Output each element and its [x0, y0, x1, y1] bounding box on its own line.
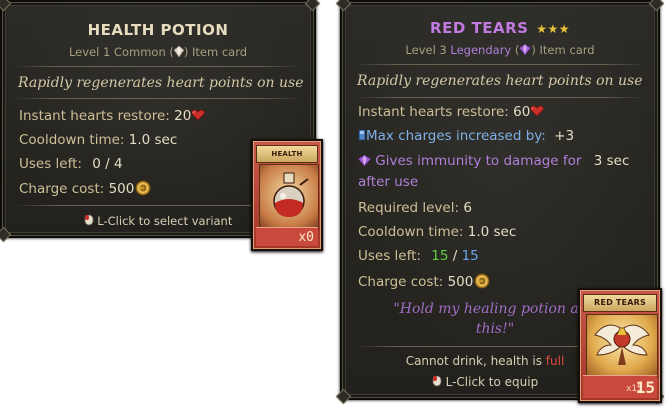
item-description: Rapidly regenerates heart points on use: [357, 73, 643, 89]
subtitle-type: ) Item card: [531, 43, 595, 57]
divider: [354, 64, 646, 65]
uses-sep: /: [448, 248, 462, 264]
item-title: HEALTH POTION: [87, 21, 229, 39]
red-tears-card[interactable]: RED TEARS x15 15: [578, 288, 662, 403]
gem-icon: [518, 43, 532, 58]
stat-label: after use: [358, 174, 419, 190]
stat-label: Charge cost:: [19, 181, 105, 197]
stat-charge-cost: Charge cost: 500: [358, 273, 491, 290]
stat-cooldown: Cooldown time: 1.0 sec: [358, 224, 516, 240]
uses-max: 15: [461, 248, 479, 264]
divider: [14, 98, 302, 99]
mouse-icon: [84, 214, 94, 228]
winged-relic-icon: [586, 314, 658, 378]
divider: [14, 66, 302, 67]
item-title: RED TEARS ★★★: [342, 19, 658, 37]
frame-corner: [335, 0, 352, 12]
stat-required-level: Required level: 6: [358, 200, 472, 216]
stat-label: Instant hearts restore:: [19, 108, 170, 124]
heart-icon: [191, 108, 206, 124]
card-banner: RED TEARS: [583, 294, 657, 312]
charge-icon: [358, 128, 366, 144]
stat-value: +3: [554, 128, 575, 144]
stat-label: Charge cost:: [358, 274, 444, 290]
stat-value: 1.0 sec: [467, 224, 517, 240]
subtitle-level: Level 3: [405, 43, 451, 57]
coin-icon: [134, 180, 152, 197]
hint-text: L-Click to equip: [445, 375, 539, 389]
stat-charge-cost: Charge cost: 500: [19, 180, 152, 197]
stat-label: Uses left:: [19, 156, 82, 172]
card-banner: HEALTH POTION: [256, 145, 318, 174]
stat-immunity-cont: after use: [358, 174, 418, 190]
gem-icon: [173, 45, 185, 60]
subtitle-type: ) Item card: [183, 45, 248, 59]
star-rating: ★★★: [536, 22, 570, 36]
stat-value: 20: [174, 108, 192, 124]
stat-label: Cooldown time:: [358, 224, 464, 240]
divider: [354, 97, 646, 98]
stat-restore: Instant hearts restore: 60: [358, 104, 545, 120]
subtitle-level: Level 1 Common (: [68, 45, 174, 59]
frame-corner: [0, 0, 12, 12]
hint-text: L-Click to select variant: [97, 214, 233, 228]
item-name: RED TEARS: [430, 19, 529, 37]
stat-label: Cooldown time:: [19, 132, 125, 148]
subtitle-sep: (: [511, 43, 520, 57]
stat-label: Required level:: [358, 200, 460, 216]
mouse-icon: [432, 375, 442, 389]
stat-label: Instant hearts restore:: [358, 104, 509, 120]
stat-max-charges: Max charges increased by: +3: [358, 128, 574, 144]
stat-label: Uses left:: [358, 248, 421, 264]
stat-uses: Uses left: 0 / 4: [19, 156, 123, 172]
stat-restore: Instant hearts restore: 20: [19, 108, 206, 124]
coin-icon: [473, 273, 491, 290]
potion-icon: [259, 164, 319, 230]
card-count: x0: [298, 230, 314, 245]
stat-immunity: Gives immunity to damage for 3 sec: [357, 153, 630, 169]
frame-corner: [0, 226, 12, 243]
stat-value: 500: [108, 181, 135, 197]
stat-value: 6: [463, 200, 472, 216]
card-count: 15: [635, 378, 655, 397]
warning-text: Cannot drink, health is: [405, 354, 546, 368]
rarity-label: Legendary: [450, 43, 512, 57]
stat-uses: Uses left: 15 / 15: [358, 248, 479, 264]
stat-value: 0 / 4: [92, 156, 123, 172]
stat-value: 500: [447, 274, 474, 290]
heart-icon: [530, 104, 545, 120]
uses-current: 15: [431, 248, 449, 264]
stat-value: 1.0 sec: [128, 132, 178, 148]
warning-state: full: [545, 354, 565, 368]
gem-icon: [357, 153, 372, 169]
item-subtitle: Level 1 Common ( ) Item card: [2, 45, 314, 60]
stat-label: Max charges increased by:: [366, 128, 546, 144]
stat-value: 60: [513, 104, 531, 120]
stat-label: Gives immunity to damage for: [375, 153, 582, 169]
frame-corner: [648, 0, 665, 12]
item-description: Rapidly regenerates heart points on use: [18, 75, 304, 91]
health-potion-card[interactable]: HEALTH POTION x0: [251, 139, 323, 251]
item-subtitle: Level 3 Legendary ( ) Item card: [342, 43, 658, 58]
stat-cooldown: Cooldown time: 1.0 sec: [19, 132, 177, 148]
frame-corner: [304, 0, 321, 12]
stat-value: 3 sec: [593, 153, 630, 169]
frame-corner: [335, 388, 352, 405]
